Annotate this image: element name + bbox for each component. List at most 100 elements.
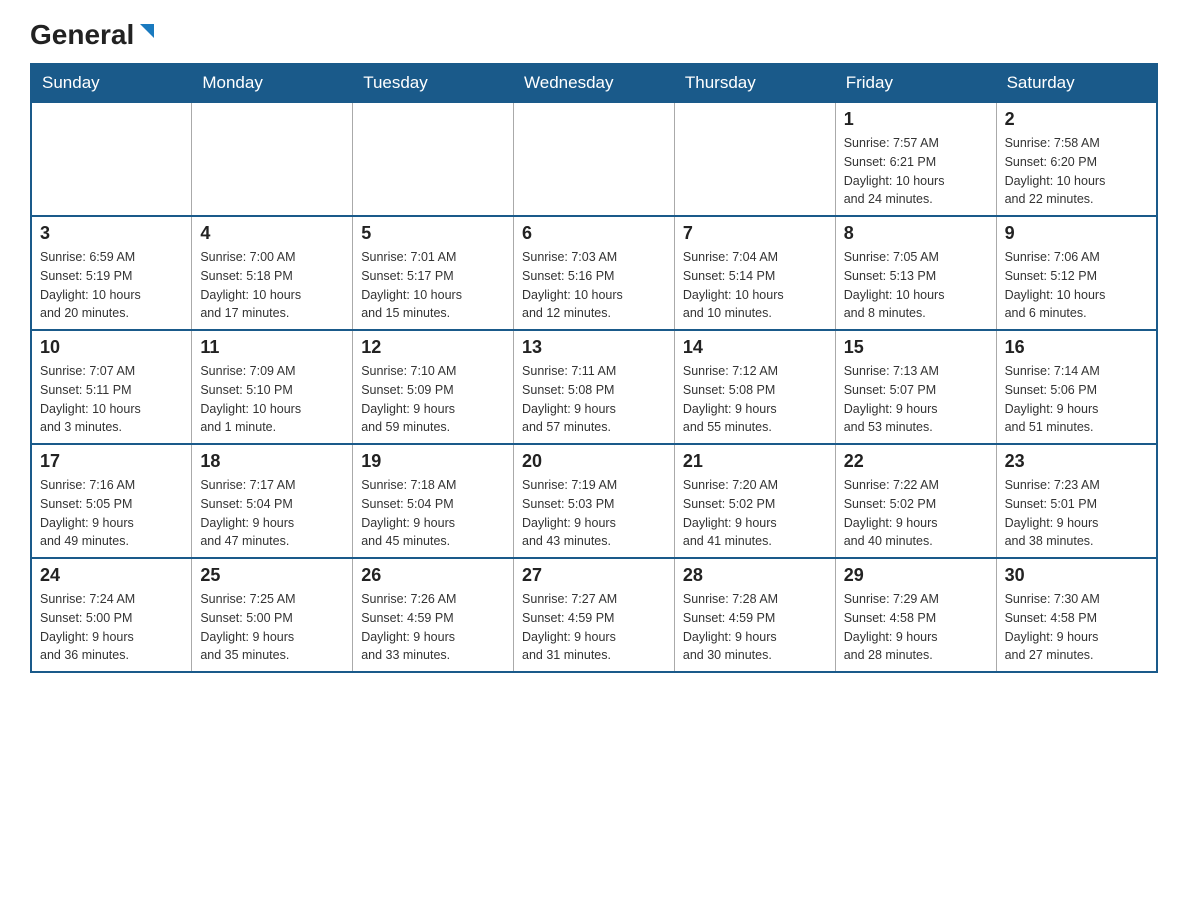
calendar-cell-w1-d4 <box>514 102 675 216</box>
calendar-cell-w2-d1: 3Sunrise: 6:59 AMSunset: 5:19 PMDaylight… <box>31 216 192 330</box>
day-number: 24 <box>40 565 183 586</box>
day-info: Sunrise: 7:18 AMSunset: 5:04 PMDaylight:… <box>361 476 505 551</box>
day-info: Sunrise: 7:57 AMSunset: 6:21 PMDaylight:… <box>844 134 988 209</box>
day-number: 7 <box>683 223 827 244</box>
day-info: Sunrise: 7:09 AMSunset: 5:10 PMDaylight:… <box>200 362 344 437</box>
day-number: 28 <box>683 565 827 586</box>
weekday-saturday: Saturday <box>996 64 1157 102</box>
calendar-cell-w3-d5: 14 Sunrise: 7:12 AMSunset: 5:08 PMDayligh… <box>674 330 835 444</box>
calendar-cell-w3-d4: 13Sunrise: 7:11 AMSunset: 5:08 PMDayligh… <box>514 330 675 444</box>
day-info: Sunrise: 7:29 AMSunset: 4:58 PMDaylight:… <box>844 590 988 665</box>
day-number: 15 <box>844 337 988 358</box>
calendar-cell-w5-d3: 26 Sunrise: 7:26 AMSunset: 4:59 PMDayligh… <box>353 558 514 672</box>
calendar-cell-w4-d2: 18Sunrise: 7:17 AMSunset: 5:04 PMDayligh… <box>192 444 353 558</box>
logo: General <box>30 20 158 47</box>
day-number: 5 <box>361 223 505 244</box>
day-info: Sunrise: 7:05 AMSunset: 5:13 PMDaylight:… <box>844 248 988 323</box>
day-number: 27 <box>522 565 666 586</box>
calendar-cell-w3-d7: 16 Sunrise: 7:14 AMSunset: 5:06 PMDayligh… <box>996 330 1157 444</box>
day-number: 23 <box>1005 451 1148 472</box>
day-number: 22 <box>844 451 988 472</box>
calendar-cell-w3-d2: 11 Sunrise: 7:09 AMSunset: 5:10 PMDayligh… <box>192 330 353 444</box>
day-info: Sunrise: 7:26 AMSunset: 4:59 PMDaylight:… <box>361 590 505 665</box>
day-info: Sunrise: 7:28 AMSunset: 4:59 PMDaylight:… <box>683 590 827 665</box>
day-number: 29 <box>844 565 988 586</box>
day-info: Sunrise: 7:01 AMSunset: 5:17 PMDaylight:… <box>361 248 505 323</box>
calendar-cell-w4-d3: 19 Sunrise: 7:18 AMSunset: 5:04 PMDayligh… <box>353 444 514 558</box>
day-info: Sunrise: 7:27 AMSunset: 4:59 PMDaylight:… <box>522 590 666 665</box>
day-info: Sunrise: 7:22 AMSunset: 5:02 PMDaylight:… <box>844 476 988 551</box>
day-info: Sunrise: 7:07 AMSunset: 5:11 PMDaylight:… <box>40 362 183 437</box>
week-row-2: 3Sunrise: 6:59 AMSunset: 5:19 PMDaylight… <box>31 216 1157 330</box>
day-number: 11 <box>200 337 344 358</box>
logo-general: General <box>30 21 134 49</box>
week-row-1: 1 Sunrise: 7:57 AMSunset: 6:21 PMDaylight… <box>31 102 1157 216</box>
weekday-tuesday: Tuesday <box>353 64 514 102</box>
calendar-cell-w1-d5 <box>674 102 835 216</box>
calendar-cell-w2-d5: 7 Sunrise: 7:04 AMSunset: 5:14 PMDaylight… <box>674 216 835 330</box>
day-number: 25 <box>200 565 344 586</box>
day-number: 8 <box>844 223 988 244</box>
day-number: 30 <box>1005 565 1148 586</box>
day-number: 17 <box>40 451 183 472</box>
calendar-table: SundayMondayTuesdayWednesdayThursdayFrid… <box>30 63 1158 673</box>
calendar-cell-w5-d2: 25 Sunrise: 7:25 AMSunset: 5:00 PMDayligh… <box>192 558 353 672</box>
day-number: 16 <box>1005 337 1148 358</box>
day-number: 1 <box>844 109 988 130</box>
calendar-cell-w5-d7: 30 Sunrise: 7:30 AMSunset: 4:58 PMDayligh… <box>996 558 1157 672</box>
calendar-cell-w4-d5: 21Sunrise: 7:20 AMSunset: 5:02 PMDayligh… <box>674 444 835 558</box>
day-info: Sunrise: 7:25 AMSunset: 5:00 PMDaylight:… <box>200 590 344 665</box>
day-info: Sunrise: 7:12 AMSunset: 5:08 PMDaylight:… <box>683 362 827 437</box>
weekday-thursday: Thursday <box>674 64 835 102</box>
weekday-wednesday: Wednesday <box>514 64 675 102</box>
calendar-cell-w2-d7: 9 Sunrise: 7:06 AMSunset: 5:12 PMDaylight… <box>996 216 1157 330</box>
day-number: 9 <box>1005 223 1148 244</box>
day-info: Sunrise: 7:17 AMSunset: 5:04 PMDaylight:… <box>200 476 344 551</box>
day-info: Sunrise: 7:23 AMSunset: 5:01 PMDaylight:… <box>1005 476 1148 551</box>
week-row-5: 24 Sunrise: 7:24 AMSunset: 5:00 PMDayligh… <box>31 558 1157 672</box>
day-number: 13 <box>522 337 666 358</box>
day-number: 14 <box>683 337 827 358</box>
calendar-cell-w5-d6: 29 Sunrise: 7:29 AMSunset: 4:58 PMDayligh… <box>835 558 996 672</box>
day-number: 6 <box>522 223 666 244</box>
day-number: 26 <box>361 565 505 586</box>
calendar-cell-w2-d6: 8 Sunrise: 7:05 AMSunset: 5:13 PMDaylight… <box>835 216 996 330</box>
day-number: 19 <box>361 451 505 472</box>
week-row-3: 10Sunrise: 7:07 AMSunset: 5:11 PMDayligh… <box>31 330 1157 444</box>
calendar-cell-w4-d7: 23 Sunrise: 7:23 AMSunset: 5:01 PMDayligh… <box>996 444 1157 558</box>
calendar-cell-w3-d1: 10Sunrise: 7:07 AMSunset: 5:11 PMDayligh… <box>31 330 192 444</box>
day-info: Sunrise: 7:16 AMSunset: 5:05 PMDaylight:… <box>40 476 183 551</box>
calendar-cell-w2-d2: 4Sunrise: 7:00 AMSunset: 5:18 PMDaylight… <box>192 216 353 330</box>
weekday-friday: Friday <box>835 64 996 102</box>
weekday-sunday: Sunday <box>31 64 192 102</box>
week-row-4: 17 Sunrise: 7:16 AMSunset: 5:05 PMDayligh… <box>31 444 1157 558</box>
calendar-cell-w3-d3: 12Sunrise: 7:10 AMSunset: 5:09 PMDayligh… <box>353 330 514 444</box>
calendar-cell-w1-d2 <box>192 102 353 216</box>
logo-triangle-icon <box>136 20 158 42</box>
calendar-cell-w5-d5: 28 Sunrise: 7:28 AMSunset: 4:59 PMDayligh… <box>674 558 835 672</box>
day-number: 2 <box>1005 109 1148 130</box>
day-number: 20 <box>522 451 666 472</box>
day-number: 21 <box>683 451 827 472</box>
calendar-cell-w1-d6: 1 Sunrise: 7:57 AMSunset: 6:21 PMDaylight… <box>835 102 996 216</box>
day-info: Sunrise: 7:58 AMSunset: 6:20 PMDaylight:… <box>1005 134 1148 209</box>
calendar-cell-w4-d1: 17 Sunrise: 7:16 AMSunset: 5:05 PMDayligh… <box>31 444 192 558</box>
day-number: 3 <box>40 223 183 244</box>
day-info: Sunrise: 7:24 AMSunset: 5:00 PMDaylight:… <box>40 590 183 665</box>
day-info: Sunrise: 7:14 AMSunset: 5:06 PMDaylight:… <box>1005 362 1148 437</box>
calendar-cell-w5-d4: 27 Sunrise: 7:27 AMSunset: 4:59 PMDayligh… <box>514 558 675 672</box>
day-number: 12 <box>361 337 505 358</box>
calendar-cell-w1-d7: 2 Sunrise: 7:58 AMSunset: 6:20 PMDaylight… <box>996 102 1157 216</box>
day-info: Sunrise: 7:30 AMSunset: 4:58 PMDaylight:… <box>1005 590 1148 665</box>
day-info: Sunrise: 7:06 AMSunset: 5:12 PMDaylight:… <box>1005 248 1148 323</box>
day-info: Sunrise: 7:03 AMSunset: 5:16 PMDaylight:… <box>522 248 666 323</box>
weekday-header-row: SundayMondayTuesdayWednesdayThursdayFrid… <box>31 64 1157 102</box>
calendar-cell-w4-d6: 22 Sunrise: 7:22 AMSunset: 5:02 PMDayligh… <box>835 444 996 558</box>
calendar-cell-w2-d4: 6 Sunrise: 7:03 AMSunset: 5:16 PMDaylight… <box>514 216 675 330</box>
day-info: Sunrise: 7:13 AMSunset: 5:07 PMDaylight:… <box>844 362 988 437</box>
calendar-cell-w5-d1: 24 Sunrise: 7:24 AMSunset: 5:00 PMDayligh… <box>31 558 192 672</box>
calendar-cell-w3-d6: 15 Sunrise: 7:13 AMSunset: 5:07 PMDayligh… <box>835 330 996 444</box>
calendar-cell-w1-d3 <box>353 102 514 216</box>
day-info: Sunrise: 7:04 AMSunset: 5:14 PMDaylight:… <box>683 248 827 323</box>
header: General <box>30 20 1158 47</box>
